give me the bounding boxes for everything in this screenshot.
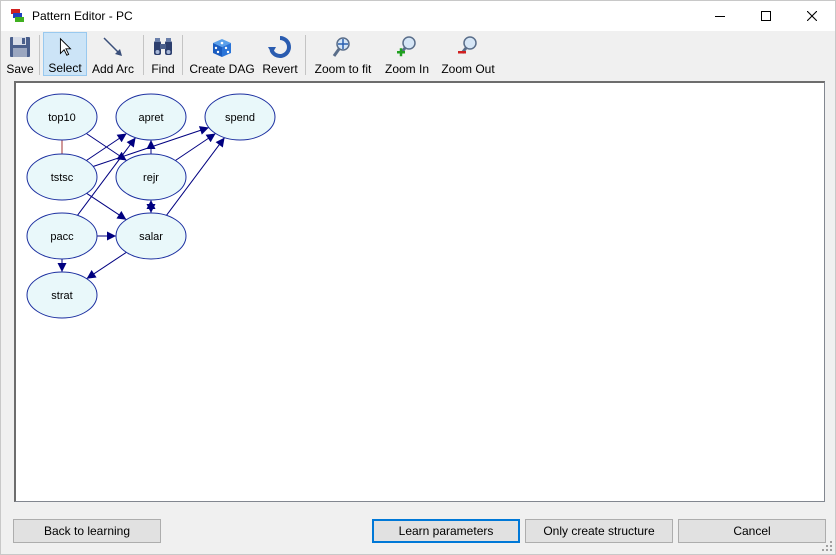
toolbar-separator (182, 35, 183, 75)
minimize-icon (715, 16, 725, 17)
node-label: pacc (50, 231, 74, 243)
graph-node-top10[interactable]: top10 (26, 93, 98, 141)
binoculars-icon (154, 38, 172, 55)
learn-parameters-button[interactable]: Learn parameters (372, 519, 520, 543)
back-to-learning-button[interactable]: Back to learning (13, 519, 161, 543)
graph-node-strat[interactable]: strat (26, 271, 98, 319)
dice-icon (213, 39, 231, 57)
graph-canvas[interactable]: top10 apret spend tstsc rejr pacc salar strat (14, 81, 825, 502)
graph-node-spend[interactable]: spend (204, 93, 276, 141)
zoom-to-fit-label: Zoom to fit (314, 62, 372, 76)
toolbar-separator (305, 35, 306, 75)
node-label: apret (138, 112, 163, 124)
toolbar-separator (39, 35, 40, 75)
graph-svg: top10 apret spend tstsc rejr pacc salar strat (26, 93, 276, 319)
window-title: Pattern Editor - PC (32, 9, 133, 23)
floppy-disk-icon (10, 37, 30, 57)
pattern-editor-window: Pattern Editor - PC Save Select Add Arc … (0, 0, 836, 555)
zoom-out-tool[interactable]: Zoom Out (437, 32, 499, 76)
graph-edge-tstsc-salar[interactable] (86, 192, 127, 221)
zoom-out-label: Zoom Out (441, 62, 495, 76)
close-button[interactable] (789, 1, 835, 31)
maximize-icon (761, 11, 771, 21)
cancel-button[interactable]: Cancel (678, 519, 826, 543)
zoom-fit-icon (332, 37, 350, 57)
select-tool[interactable]: Select (43, 32, 87, 76)
pointer-arrow-icon (59, 37, 72, 56)
save-tool[interactable]: Save (4, 32, 36, 76)
graph-node-apret[interactable]: apret (115, 93, 187, 141)
only-create-structure-button[interactable]: Only create structure (525, 519, 673, 543)
resize-grip-icon[interactable] (821, 540, 833, 552)
save-label: Save (6, 62, 34, 76)
minimize-button[interactable] (697, 1, 743, 31)
toolbar-separator (143, 35, 144, 75)
create-dag-label: Create DAG (189, 62, 255, 76)
zoom-in-label: Zoom In (384, 62, 429, 76)
graph-node-pacc[interactable]: pacc (26, 212, 98, 260)
zoom-in-tool[interactable]: Zoom In (381, 32, 433, 76)
toolbar: Save Select Add Arc Find Create DAG Reve… (1, 31, 835, 77)
add-arc-label: Add Arc (91, 62, 135, 76)
revert-label: Revert (262, 62, 298, 76)
node-label: top10 (48, 112, 76, 124)
diagonal-arrow-icon (103, 37, 122, 56)
close-icon (807, 11, 817, 21)
find-tool[interactable]: Find (147, 32, 179, 76)
node-label: salar (139, 231, 163, 243)
find-label: Find (151, 62, 175, 76)
zoom-to-fit-tool[interactable]: Zoom to fit (310, 32, 376, 76)
add-arc-tool[interactable]: Add Arc (89, 32, 137, 76)
graph-node-salar[interactable]: salar (115, 212, 187, 260)
zoom-in-icon (397, 36, 416, 57)
select-label: Select (48, 61, 82, 75)
node-label: rejr (143, 172, 159, 184)
revert-tool[interactable]: Revert (259, 32, 301, 76)
graph-edge-salar-strat[interactable] (86, 251, 127, 280)
undo-arrow-icon (268, 36, 291, 58)
node-label: spend (225, 112, 255, 124)
zoom-out-icon (458, 36, 477, 54)
graph-node-tstsc[interactable]: tstsc (26, 153, 98, 201)
node-label: tstsc (51, 172, 74, 184)
node-label: strat (51, 290, 72, 302)
graph-node-rejr[interactable]: rejr (115, 153, 187, 201)
create-dag-tool[interactable]: Create DAG (187, 32, 257, 76)
maximize-button[interactable] (743, 1, 789, 31)
title-bar: Pattern Editor - PC (1, 1, 835, 31)
graph-edge-rejr-spend[interactable] (175, 133, 216, 161)
app-icon (11, 9, 24, 22)
